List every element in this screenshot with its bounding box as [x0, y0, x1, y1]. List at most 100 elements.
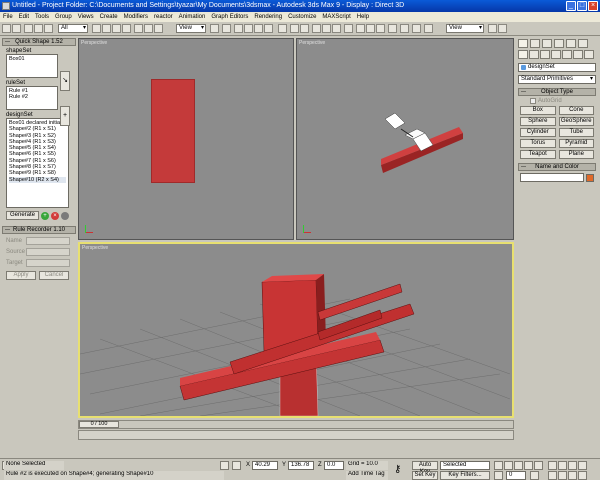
viewport-settings-icon[interactable]	[400, 24, 409, 33]
geosphere-button[interactable]: GeoSphere	[558, 117, 594, 126]
generate-ok-icon[interactable]: +	[41, 211, 50, 220]
box-front-view[interactable]	[151, 79, 195, 183]
minimize-button[interactable]: _	[566, 1, 576, 11]
space-warps-icon[interactable]	[573, 50, 583, 59]
go-to-start-icon[interactable]	[494, 461, 503, 470]
selection-region-icon[interactable]	[112, 24, 121, 33]
absolute-mode-icon[interactable]	[232, 461, 241, 470]
menu-create[interactable]: Create	[100, 14, 118, 20]
rotate-icon[interactable]	[144, 24, 153, 33]
plane-button[interactable]: Plane	[558, 150, 594, 159]
close-button[interactable]: ×	[588, 1, 598, 11]
object-name-field[interactable]	[520, 173, 584, 182]
cancel-button[interactable]: Cancel	[39, 271, 69, 280]
view-dropdown[interactable]: View	[446, 24, 484, 33]
layer-manager-icon[interactable]	[312, 24, 321, 33]
mirror-icon[interactable]	[290, 24, 299, 33]
y-coordinate-field[interactable]: 136.78	[288, 461, 314, 470]
render-last-icon[interactable]	[498, 24, 507, 33]
ruleset-list[interactable]: Rule #1 Rule #2	[6, 86, 58, 110]
snap-toggle-icon[interactable]	[234, 24, 243, 33]
menu-graph-editors[interactable]: Graph Editors	[211, 14, 248, 20]
x-coordinate-field[interactable]: 40.29	[252, 461, 278, 470]
track-bar[interactable]	[78, 430, 514, 440]
viewport-layout-icon[interactable]	[412, 24, 421, 33]
time-slider[interactable]: 0 / 100	[78, 420, 514, 429]
pivot-center-icon[interactable]	[210, 24, 219, 33]
render-icon[interactable]	[488, 24, 497, 33]
window-crossing-icon[interactable]	[122, 24, 131, 33]
menu-animation[interactable]: Animation	[179, 14, 206, 20]
primitive-type-dropdown[interactable]: Standard Primitives	[518, 75, 596, 84]
scene-shapes-perspective[interactable]	[297, 39, 511, 237]
undo-icon[interactable]	[2, 24, 11, 33]
viewport-top-left[interactable]: Perspective	[78, 38, 294, 240]
named-selection-icon[interactable]	[278, 24, 287, 33]
material-editor-icon[interactable]	[344, 24, 353, 33]
move-icon[interactable]	[134, 24, 143, 33]
spinner-snap-icon[interactable]	[264, 24, 273, 33]
quick-shape-rollout-header[interactable]: Quick Shape 1.52	[2, 38, 76, 46]
menu-maxscript[interactable]: MAXScript	[322, 14, 350, 20]
object-color-swatch[interactable]	[586, 173, 594, 182]
quick-render-production-icon[interactable]	[388, 24, 397, 33]
zoom-icon[interactable]	[558, 461, 567, 470]
auto-key-button[interactable]: Auto Key	[412, 461, 438, 475]
menu-group[interactable]: Group	[55, 14, 72, 20]
render-frame-icon[interactable]	[366, 24, 375, 33]
rule-source-dropdown[interactable]	[26, 248, 70, 256]
link-icon[interactable]	[24, 24, 33, 33]
geometry-icon[interactable]	[518, 50, 528, 59]
object-type-rollout-header[interactable]: Object Type	[518, 88, 596, 96]
autogrid-check-icon[interactable]	[530, 98, 536, 104]
go-to-end-icon[interactable]	[534, 461, 543, 470]
shapeset-list[interactable]: Box01	[6, 54, 58, 78]
maximize-button[interactable]: □	[577, 1, 587, 11]
reference-coordinate-dropdown[interactable]: View	[176, 24, 206, 33]
viewport-label[interactable]: Perspective	[81, 40, 107, 46]
display-tab-icon[interactable]	[566, 39, 576, 48]
add-rule-button[interactable]: +	[60, 106, 70, 126]
rule-name-field[interactable]	[26, 237, 70, 245]
lights-icon[interactable]	[540, 50, 550, 59]
key-filters-button[interactable]: Key Filters...	[440, 471, 490, 480]
designset-item[interactable]: Shape#10 (R2 x S4)	[9, 176, 66, 183]
systems-icon[interactable]	[584, 50, 594, 59]
generate-button[interactable]: Generate	[6, 211, 40, 220]
time-slider-knob[interactable]: 0 / 100	[79, 421, 119, 428]
menu-rendering[interactable]: Rendering	[254, 14, 282, 20]
menu-customize[interactable]: Customize	[288, 14, 316, 20]
schematic-view-icon[interactable]	[332, 24, 341, 33]
utilities-tab-icon[interactable]	[578, 39, 588, 48]
key-selection-dropdown[interactable]: Selected	[440, 461, 490, 470]
next-frame-icon[interactable]	[524, 461, 533, 470]
select-by-name-icon[interactable]	[102, 24, 111, 33]
pan-view-icon[interactable]	[548, 461, 557, 470]
key-icon[interactable]: ⚷	[394, 464, 401, 475]
select-object-icon[interactable]	[92, 24, 101, 33]
designset-list[interactable]: Box01 declared initial Shape#2 (R1 x S1)…	[6, 118, 69, 208]
hierarchy-tab-icon[interactable]	[542, 39, 552, 48]
shapes-icon[interactable]	[529, 50, 539, 59]
zoom-all-icon[interactable]	[568, 461, 577, 470]
redo-icon[interactable]	[12, 24, 21, 33]
designset-object-field[interactable]: designSet	[518, 63, 596, 72]
key-mode-toggle-icon[interactable]	[494, 471, 503, 480]
current-frame-field[interactable]: 0	[506, 471, 526, 480]
lock-selection-icon[interactable]	[220, 461, 229, 470]
set-key-button[interactable]: Set Key	[412, 471, 438, 480]
menu-edit[interactable]: Edit	[19, 14, 29, 20]
motion-tab-icon[interactable]	[554, 39, 564, 48]
maximize-viewport-icon[interactable]	[578, 471, 587, 480]
pan-icon[interactable]	[558, 471, 567, 480]
viewport-bottom-active[interactable]: Perspective	[78, 242, 514, 418]
name-and-color-rollout-header[interactable]: Name and Color	[518, 163, 596, 171]
field-of-view-icon[interactable]	[548, 471, 557, 480]
menu-modifiers[interactable]: Modifiers	[124, 14, 148, 20]
scene-shapes-perspective-large[interactable]	[80, 244, 512, 416]
play-icon[interactable]	[514, 461, 523, 470]
torus-button[interactable]: Torus	[520, 139, 556, 148]
bind-space-warp-icon[interactable]	[44, 24, 53, 33]
unlink-icon[interactable]	[34, 24, 43, 33]
menu-tools[interactable]: Tools	[35, 14, 49, 20]
